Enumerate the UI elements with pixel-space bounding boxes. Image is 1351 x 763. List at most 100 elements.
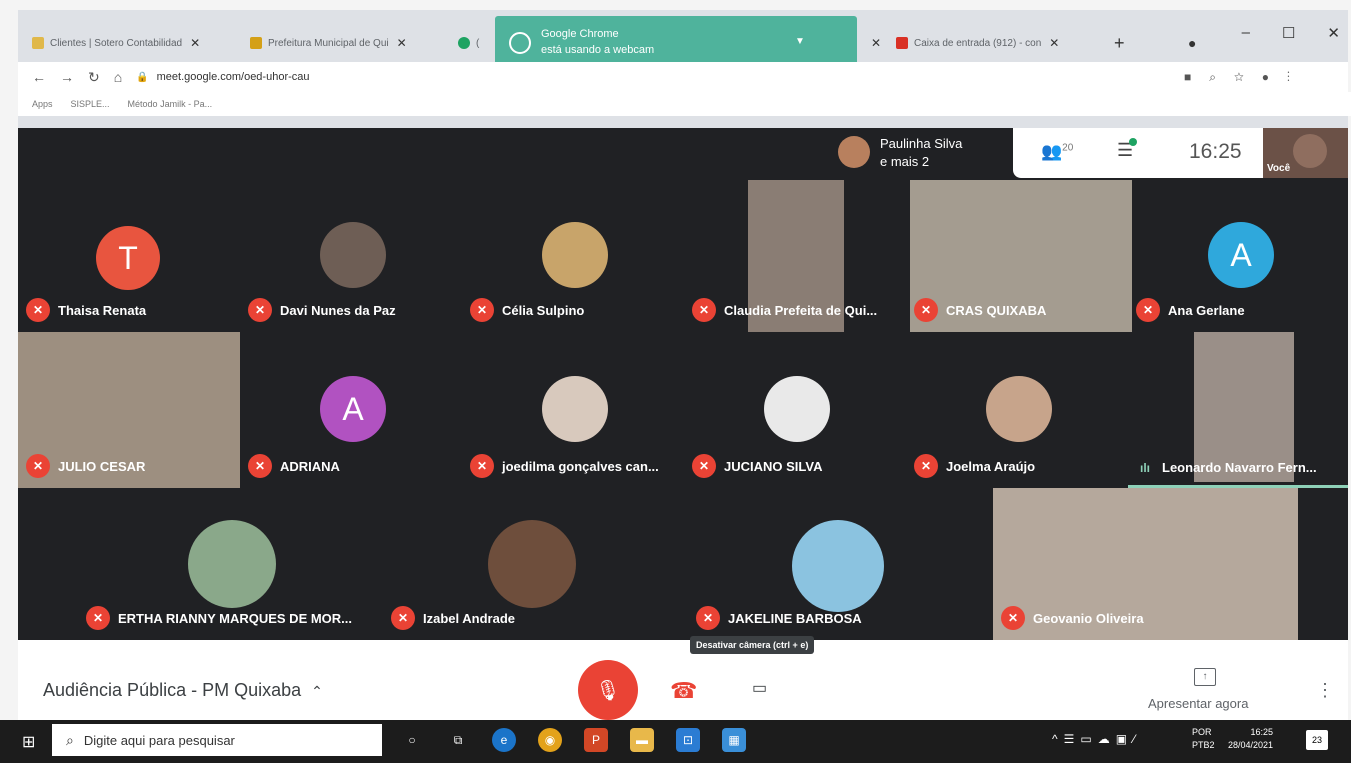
close-icon[interactable]: ✕ <box>1049 36 1059 50</box>
participant-tile[interactable]: ✕ ERTHA RIANNY MARQUES DE MOR... <box>78 488 383 640</box>
tab-label: Prefeitura Municipal de Qui <box>268 37 389 49</box>
close-icon[interactable]: ✕ <box>871 36 881 50</box>
participant-count: 20 <box>1062 142 1074 154</box>
minimize-icon[interactable]: – <box>1242 24 1250 42</box>
participant-tile[interactable]: ✕ JAKELINE BARBOSA <box>688 488 993 640</box>
present-icon[interactable]: ↑ <box>1194 668 1216 686</box>
app-icon[interactable]: ▦ <box>722 728 746 752</box>
camera-toggle-icon[interactable]: ▭ <box>752 678 767 698</box>
participant-label: ✕ CRAS QUIXABA <box>914 298 1046 322</box>
participant-tile[interactable]: ✕ JUCIANO SILVA <box>684 332 906 488</box>
chevron-up-icon[interactable]: ⌃ <box>311 683 323 699</box>
participant-label: ✕ Célia Sulpino <box>470 298 584 322</box>
participant-label: ✕ Joelma Araújo <box>914 454 1035 478</box>
mic-toggle-button[interactable]: 🎙 <box>578 660 638 720</box>
close-window-icon[interactable]: ✕ <box>1327 24 1340 42</box>
meet-stage: Paulinha Silva e mais 2 👥20 ☰ 16:25 Você… <box>18 128 1348 640</box>
participant-tile[interactable]: T ✕ Thaisa Renata <box>18 180 240 332</box>
windows-start-icon[interactable]: ⊞ <box>22 732 35 752</box>
system-tray-icons[interactable]: ^☰▭☁▣⁄ <box>1052 732 1141 746</box>
gmail-icon <box>896 37 908 49</box>
participant-tile[interactable]: A ✕ Ana Gerlane <box>1128 180 1348 332</box>
mic-off-icon: ✕ <box>26 454 50 478</box>
window-controls: – ☐ ✕ <box>1242 24 1340 42</box>
toolbar-icons[interactable]: ■⌕☆●⋮ <box>1184 70 1308 85</box>
tab-gmail[interactable]: Caixa de entrada (912) - con ✕ <box>896 28 1106 58</box>
url-input[interactable]: meet.google.com/oed-uhor-cau <box>157 71 310 83</box>
avatar <box>542 376 608 442</box>
taskbar-search[interactable]: ⌕ Digite aqui para pesquisar <box>52 724 382 756</box>
participant-label: ılı Leonardo Navarro Fern... <box>1140 460 1317 475</box>
participant-tile[interactable]: ✕ Claudia Prefeita de Qui... <box>684 180 906 332</box>
powerpoint-icon[interactable]: P <box>584 728 608 752</box>
meet-favicon-icon <box>458 37 470 49</box>
participant-tile[interactable]: ✕ Davi Nunes da Paz <box>240 180 462 332</box>
participant-tile[interactable]: ✕ Geovanio Oliveira <box>993 488 1298 640</box>
cortana-icon[interactable]: ○ <box>400 728 424 752</box>
task-view-icon[interactable]: ⧉ <box>446 728 470 752</box>
taskbar-apps: ○ ⧉ e ◉ P ▬ ⊡ ▦ <box>400 728 746 752</box>
participant-tile[interactable]: ✕ Joelma Araújo <box>906 332 1128 488</box>
lock-icon[interactable]: 🔒 <box>136 72 148 83</box>
new-tab-button[interactable]: + <box>1114 28 1125 58</box>
store-icon[interactable]: ⊡ <box>676 728 700 752</box>
tab-meet[interactable]: ( <box>458 28 494 58</box>
mic-off-icon: ✕ <box>692 454 716 478</box>
bookmark-sisple[interactable]: SISPLE... <box>71 99 110 109</box>
close-icon[interactable]: ✕ <box>190 36 200 50</box>
edge-icon[interactable]: e <box>492 728 516 752</box>
participant-label: ✕ joedilma gonçalves can... <box>470 454 659 478</box>
meet-topbar: 👥20 ☰ 16:25 <box>1013 128 1263 178</box>
extension-icon[interactable]: ● <box>1188 28 1196 58</box>
participant-tile[interactable]: ✕ joedilma gonçalves can... <box>462 332 684 488</box>
more-options-icon[interactable]: ⋮ <box>1316 680 1334 701</box>
participant-label: ✕ ERTHA RIANNY MARQUES DE MOR... <box>86 606 352 630</box>
mic-off-icon: ✕ <box>1001 606 1025 630</box>
participant-tile-speaking[interactable]: ılı Leonardo Navarro Fern... <box>1128 332 1348 488</box>
avatar <box>320 222 386 288</box>
speaker-name: Paulinha Silva <box>880 136 963 151</box>
tab-clientes[interactable]: Clientes | Sotero Contabilidad ✕ <box>32 28 242 58</box>
taskbar-clock[interactable]: 16:25 28/04/2021 <box>1228 726 1273 752</box>
present-button[interactable]: Apresentar agora <box>1148 696 1248 711</box>
search-icon: ⌕ <box>66 731 74 748</box>
participant-label: ✕ Davi Nunes da Paz <box>248 298 396 322</box>
chrome-icon[interactable]: ◉ <box>538 728 562 752</box>
address-bar: ←→↻⌂ 🔒 meet.google.com/oed-uhor-cau ■⌕☆●… <box>18 62 1348 92</box>
hangup-icon[interactable]: ☎ <box>670 678 697 704</box>
self-label: Você <box>1267 163 1291 174</box>
file-explorer-icon[interactable]: ▬ <box>630 728 654 752</box>
language-indicator[interactable]: POR PTB2 <box>1192 726 1215 752</box>
tab-meet-close[interactable]: ✕ <box>863 28 883 58</box>
self-view[interactable]: Você <box>1263 128 1348 178</box>
participant-label: ✕ ADRIANA <box>248 454 340 478</box>
avatar <box>838 136 870 168</box>
chevron-down-icon[interactable]: ▼ <box>795 36 805 47</box>
participant-label: ✕ JUCIANO SILVA <box>692 454 822 478</box>
mic-off-icon: 🎙 <box>595 679 621 702</box>
meeting-title[interactable]: Audiência Pública - PM Quixaba ⌃ <box>43 680 323 701</box>
participant-tile[interactable]: ✕ JULIO CESAR <box>18 332 240 488</box>
nav-buttons[interactable]: ←→↻⌂ <box>32 69 136 86</box>
bookmarks-bar: Apps SISPLE... Método Jamilk - Pa... <box>18 92 1351 116</box>
close-icon[interactable]: ✕ <box>397 36 407 50</box>
mic-off-icon: ✕ <box>248 454 272 478</box>
notification-icon[interactable]: 23 <box>1306 730 1328 750</box>
avatar <box>986 376 1052 442</box>
avatar <box>542 222 608 288</box>
bookmark-apps[interactable]: Apps <box>32 99 53 109</box>
participant-tile[interactable]: A ✕ ADRIANA <box>240 332 462 488</box>
people-icon[interactable]: 👥20 <box>1041 142 1073 162</box>
mic-off-icon: ✕ <box>692 298 716 322</box>
participant-tile[interactable]: ✕ Izabel Andrade <box>383 488 688 640</box>
participant-label: ✕ Geovanio Oliveira <box>1001 606 1144 630</box>
mic-off-icon: ✕ <box>391 606 415 630</box>
bookmark-metodo[interactable]: Método Jamilk - Pa... <box>128 99 213 109</box>
participant-tile[interactable]: ✕ CRAS QUIXABA <box>906 180 1132 332</box>
speaking-icon: ılı <box>1140 460 1151 475</box>
mic-off-icon: ✕ <box>470 298 494 322</box>
participant-tile[interactable]: ✕ Célia Sulpino <box>462 180 684 332</box>
mic-off-icon: ✕ <box>470 454 494 478</box>
tab-prefeitura[interactable]: Prefeitura Municipal de Qui ✕ <box>250 28 450 58</box>
maximize-icon[interactable]: ☐ <box>1282 24 1295 42</box>
